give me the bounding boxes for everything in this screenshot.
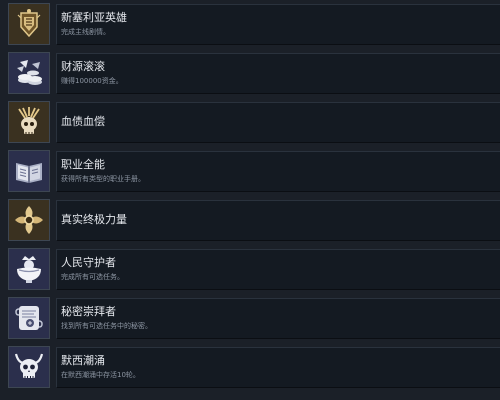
achievement-title: 血债血偿 [61,115,105,128]
achievement-description: 完成主线剧情。 [61,28,110,36]
achievement-title: 财源滚滚 [61,60,105,73]
achievement-icon-tile [8,346,50,388]
open-book-icon [16,163,42,183]
achievement-title: 真实终极力量 [61,213,127,226]
achievement-row[interactable]: 真实终极力量 [8,198,500,242]
achievement-icon-tile [8,150,50,192]
achievement-icon-tile [8,199,50,241]
achievement-icon-tile [8,297,50,339]
achievement-icon-tile [8,52,50,94]
shield-crest-icon [17,9,41,38]
scroll-seal-icon [15,306,43,330]
crowned-bowl-icon [17,256,41,283]
achievement-title: 默西潮涌 [61,354,105,367]
feathered-skull-icon [18,107,40,134]
achievement-panel: 真实终极力量 [56,199,500,241]
achievement-panel: 默西潮涌 在默西潮涌中存活10轮。 [56,346,500,388]
achievement-description: 获得所有类型的职业手册。 [61,175,145,183]
achievement-description: 完成所有可选任务。 [61,273,124,281]
achievement-list: 新塞利亚英雄 完成主线剧情。 财源滚滚 赚得100000资金。 血债血偿 职业全… [0,0,500,400]
achievement-row[interactable]: 默西潮涌 在默西潮涌中存活10轮。 [8,345,500,389]
achievement-panel: 血债血偿 [56,101,500,143]
coin-pile-icon [17,60,42,85]
achievement-panel: 财源滚滚 赚得100000资金。 [56,52,500,94]
achievement-panel: 职业全能 获得所有类型的职业手册。 [56,150,500,192]
spiral-shuriken-icon [15,206,43,234]
achievement-row[interactable]: 人民守护者 完成所有可选任务。 [8,247,500,291]
achievement-row[interactable]: 秘密崇拜者 找到所有可选任务中的秘密。 [8,296,500,340]
achievement-title: 人民守护者 [61,256,116,269]
horned-skull-icon [14,353,44,378]
achievement-row[interactable]: 血债血偿 [8,100,500,144]
achievement-description: 在默西潮涌中存活10轮。 [61,371,140,379]
achievement-description: 赚得100000资金。 [61,77,123,85]
achievement-title: 新塞利亚英雄 [61,11,127,24]
achievement-row[interactable]: 财源滚滚 赚得100000资金。 [8,51,500,95]
achievement-icon-tile [8,101,50,143]
achievement-title: 职业全能 [61,158,105,171]
achievement-title: 秘密崇拜者 [61,305,116,318]
achievement-icon-tile [8,3,50,45]
achievement-icon-tile [8,248,50,290]
achievement-row[interactable]: 职业全能 获得所有类型的职业手册。 [8,149,500,193]
achievement-description: 找到所有可选任务中的秘密。 [61,322,152,330]
achievement-row[interactable]: 新塞利亚英雄 完成主线剧情。 [8,2,500,46]
achievement-panel: 人民守护者 完成所有可选任务。 [56,248,500,290]
achievement-panel: 秘密崇拜者 找到所有可选任务中的秘密。 [56,297,500,339]
achievement-panel: 新塞利亚英雄 完成主线剧情。 [56,3,500,45]
